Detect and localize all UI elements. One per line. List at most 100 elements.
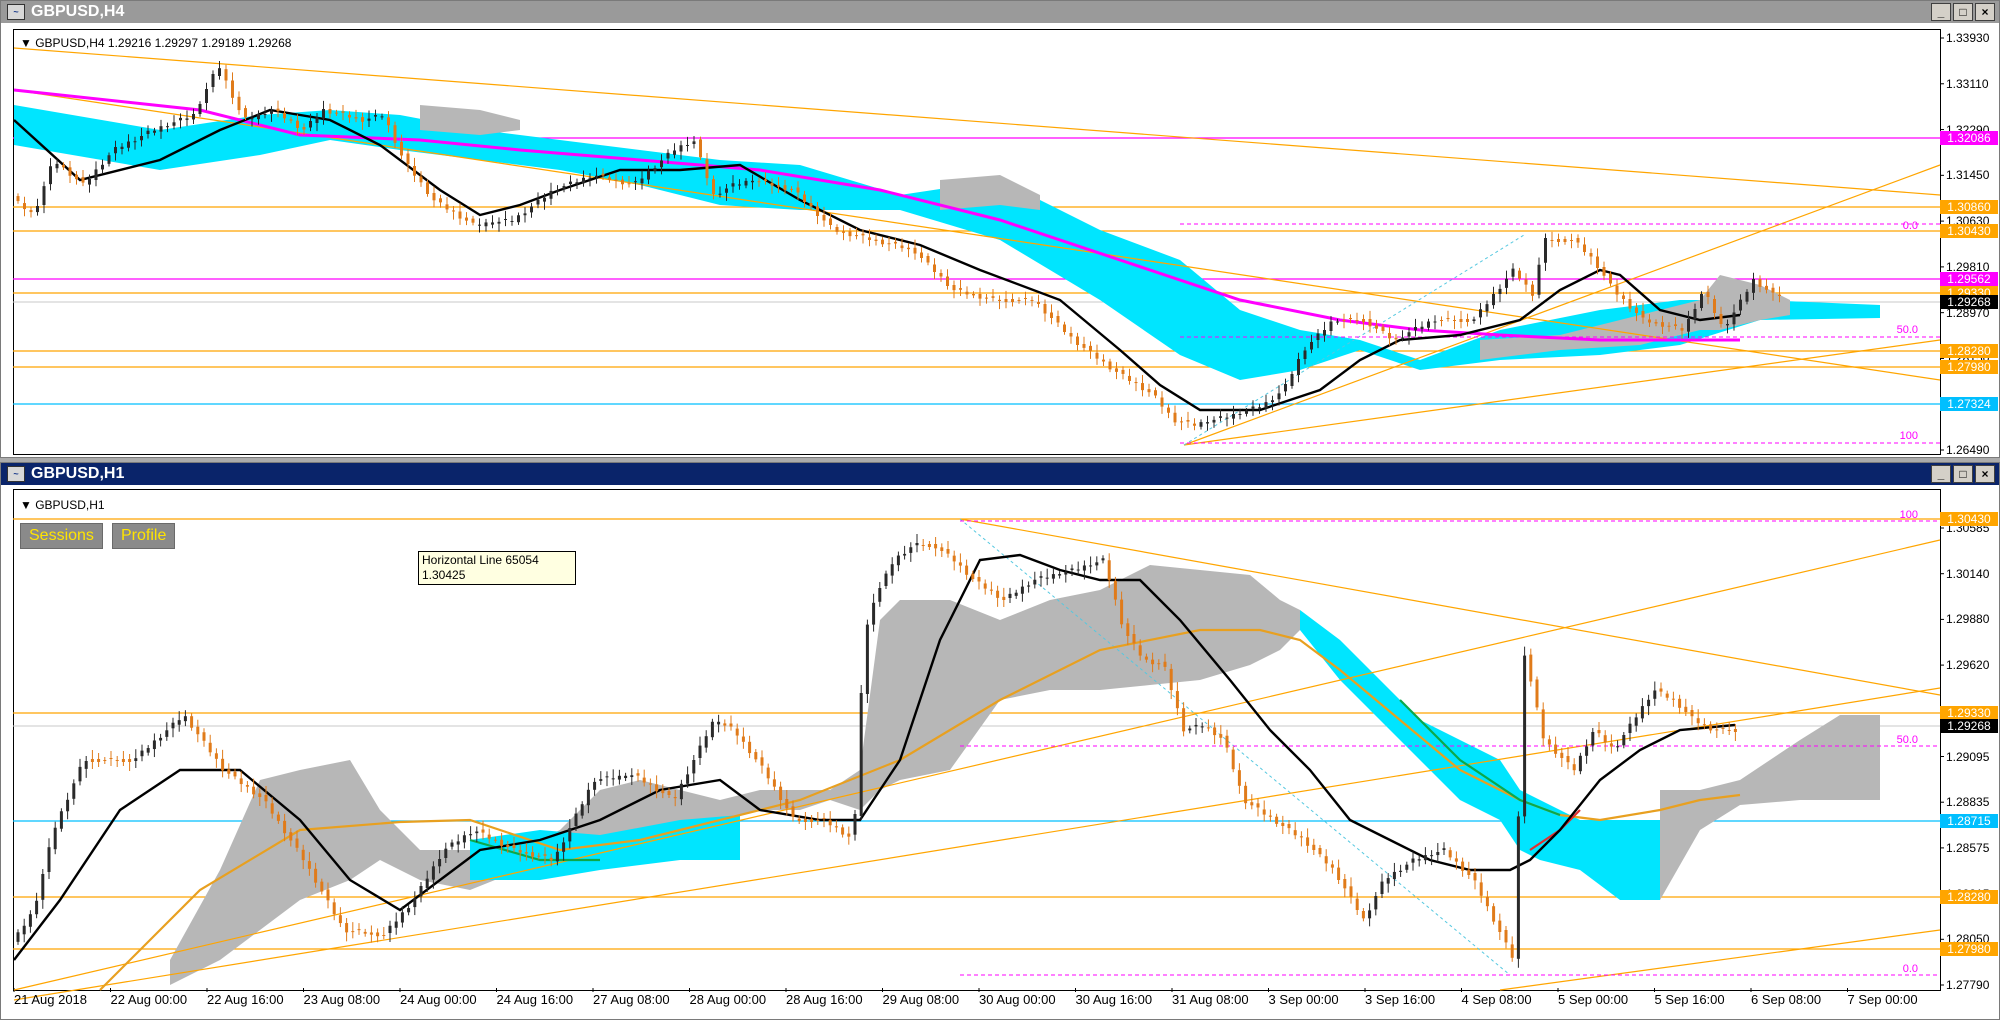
- h1-candle-body: [673, 797, 677, 799]
- h4-candle-body: [1375, 325, 1378, 329]
- h4-candle-body: [920, 252, 923, 258]
- h4-candle-body: [1459, 319, 1463, 322]
- h4-candle-body: [270, 110, 273, 114]
- h4-candle-body: [1745, 291, 1749, 302]
- h4-candle-body: [81, 177, 85, 183]
- h4-candle-body: [1732, 312, 1736, 325]
- h1-candle-body: [1535, 679, 1539, 708]
- h4-candle-body: [861, 233, 865, 236]
- h1-candle-body: [1374, 896, 1378, 910]
- h4-candle-body: [855, 235, 858, 237]
- h1-candle-body: [903, 553, 907, 556]
- h1-candle-body: [1337, 867, 1341, 880]
- h1-candle-body: [1684, 706, 1688, 712]
- h1-price-tag[interactable]: 1.29268: [1940, 719, 1998, 733]
- time-axis-label: 4 Sep 08:00: [1461, 992, 1532, 1007]
- h4-price-tag[interactable]: 1.28280: [1940, 344, 1998, 358]
- h4-price-tag[interactable]: 1.29268: [1940, 295, 1998, 309]
- h1-price-tag[interactable]: 1.29330: [1940, 706, 1998, 720]
- h1-candle-body: [760, 757, 764, 766]
- h4-candle-body: [1687, 319, 1690, 332]
- h4-candle-body: [965, 291, 969, 295]
- h1-candle-body: [1200, 726, 1204, 728]
- h4-price-tag[interactable]: 1.29562: [1940, 272, 1998, 286]
- h4-candle-body: [523, 213, 527, 216]
- h4-candle-body: [549, 190, 553, 199]
- h4-candle-body: [1719, 314, 1723, 324]
- h1-candle-body: [977, 577, 981, 582]
- h1-price-tag[interactable]: 1.28715: [1940, 814, 1998, 828]
- h1-symbol-info: ▼ GBPUSD,H1: [20, 498, 105, 512]
- h1-candle-body: [921, 545, 925, 546]
- h1-candle-body: [1008, 593, 1012, 598]
- h1-candle-body: [1417, 859, 1421, 861]
- h4-candle-body: [198, 104, 202, 114]
- h1-candle-body: [469, 834, 473, 836]
- h1-price-tag[interactable]: 1.28280: [1940, 890, 1998, 904]
- h1-price-tag[interactable]: 1.30430: [1940, 512, 1998, 526]
- h1-candle-body: [834, 826, 838, 828]
- time-axis-label: 7 Sep 00:00: [1847, 992, 1918, 1007]
- h1-candle-body: [376, 932, 380, 937]
- h4-candle-body: [1355, 320, 1359, 321]
- dropdown-triangle-icon[interactable]: ▼: [20, 498, 35, 512]
- time-axis-label: 3 Sep 00:00: [1268, 992, 1339, 1007]
- h4-candle-body: [114, 147, 117, 154]
- h1-candle-body: [90, 759, 94, 762]
- h4-price-tag[interactable]: 1.27324: [1940, 397, 1998, 411]
- h4-candle-body: [1024, 298, 1027, 299]
- h1-candle-body: [1324, 856, 1328, 864]
- h1-candle-body: [958, 562, 962, 566]
- h1-candle-body: [847, 833, 851, 837]
- h4-price-tag[interactable]: 1.32086: [1940, 131, 1998, 145]
- h4-candle-body: [601, 173, 605, 176]
- h4-candle-body: [484, 222, 488, 227]
- h4-price-tag[interactable]: 1.30860: [1940, 200, 1998, 214]
- h1-candle-body: [264, 795, 268, 802]
- h1-candle-body: [1144, 656, 1148, 660]
- h1-axis-label: 1.29880: [1946, 612, 1990, 627]
- h4-candle-body: [1394, 337, 1398, 340]
- h4-fib-level-label: 0.0: [1903, 220, 1918, 232]
- h4-candle-body: [1310, 342, 1313, 350]
- h4-price-tag[interactable]: 1.30430: [1940, 224, 1998, 238]
- time-axis-label: 28 Aug 16:00: [786, 992, 863, 1007]
- h1-price-tag[interactable]: 1.27980: [1940, 942, 1998, 956]
- h4-candle-body: [562, 186, 566, 190]
- h4-candle-body: [237, 96, 241, 111]
- h4-candle-body: [803, 194, 806, 202]
- h1-candle-body: [1256, 803, 1260, 808]
- h4-price-tag[interactable]: 1.27980: [1940, 360, 1998, 374]
- h4-candle-body: [218, 68, 221, 76]
- h1-candle-body: [1225, 735, 1229, 748]
- profile-button[interactable]: Profile: [112, 523, 176, 549]
- h4-candle-body: [1700, 294, 1703, 308]
- h1-candle-body: [1492, 906, 1496, 922]
- h1-candle-body: [388, 925, 392, 933]
- h1-trendline: [1499, 929, 1941, 991]
- h4-candle-body: [1167, 407, 1170, 413]
- h4-candle-body: [1622, 295, 1625, 299]
- h1-candle-body: [1219, 734, 1223, 738]
- h4-candle-body: [1206, 422, 1209, 424]
- h1-candle-body: [630, 775, 634, 778]
- h1-candle-body: [983, 583, 987, 589]
- h4-candle-body: [1277, 393, 1281, 400]
- h4-candle-body: [361, 117, 364, 122]
- sessions-button[interactable]: Sessions: [20, 523, 103, 549]
- h1-candle-body: [1671, 698, 1675, 700]
- h1-candle-body: [599, 779, 603, 781]
- h4-candle-body: [705, 159, 709, 179]
- h4-candle-body: [848, 231, 852, 237]
- h1-candle-body: [1547, 739, 1551, 745]
- h4-candle-body: [1537, 264, 1541, 295]
- h1-candle-body: [1051, 574, 1055, 579]
- dropdown-triangle-icon[interactable]: ▼: [20, 36, 35, 50]
- h1-candle-body: [549, 857, 553, 861]
- h4-candle-body: [166, 126, 169, 128]
- h1-candle-body: [16, 932, 20, 942]
- h1-candle-body: [1188, 728, 1192, 731]
- h4-candle-body: [322, 109, 325, 119]
- h4-candle-body: [1498, 288, 1502, 294]
- h1-candle-body: [1597, 730, 1601, 734]
